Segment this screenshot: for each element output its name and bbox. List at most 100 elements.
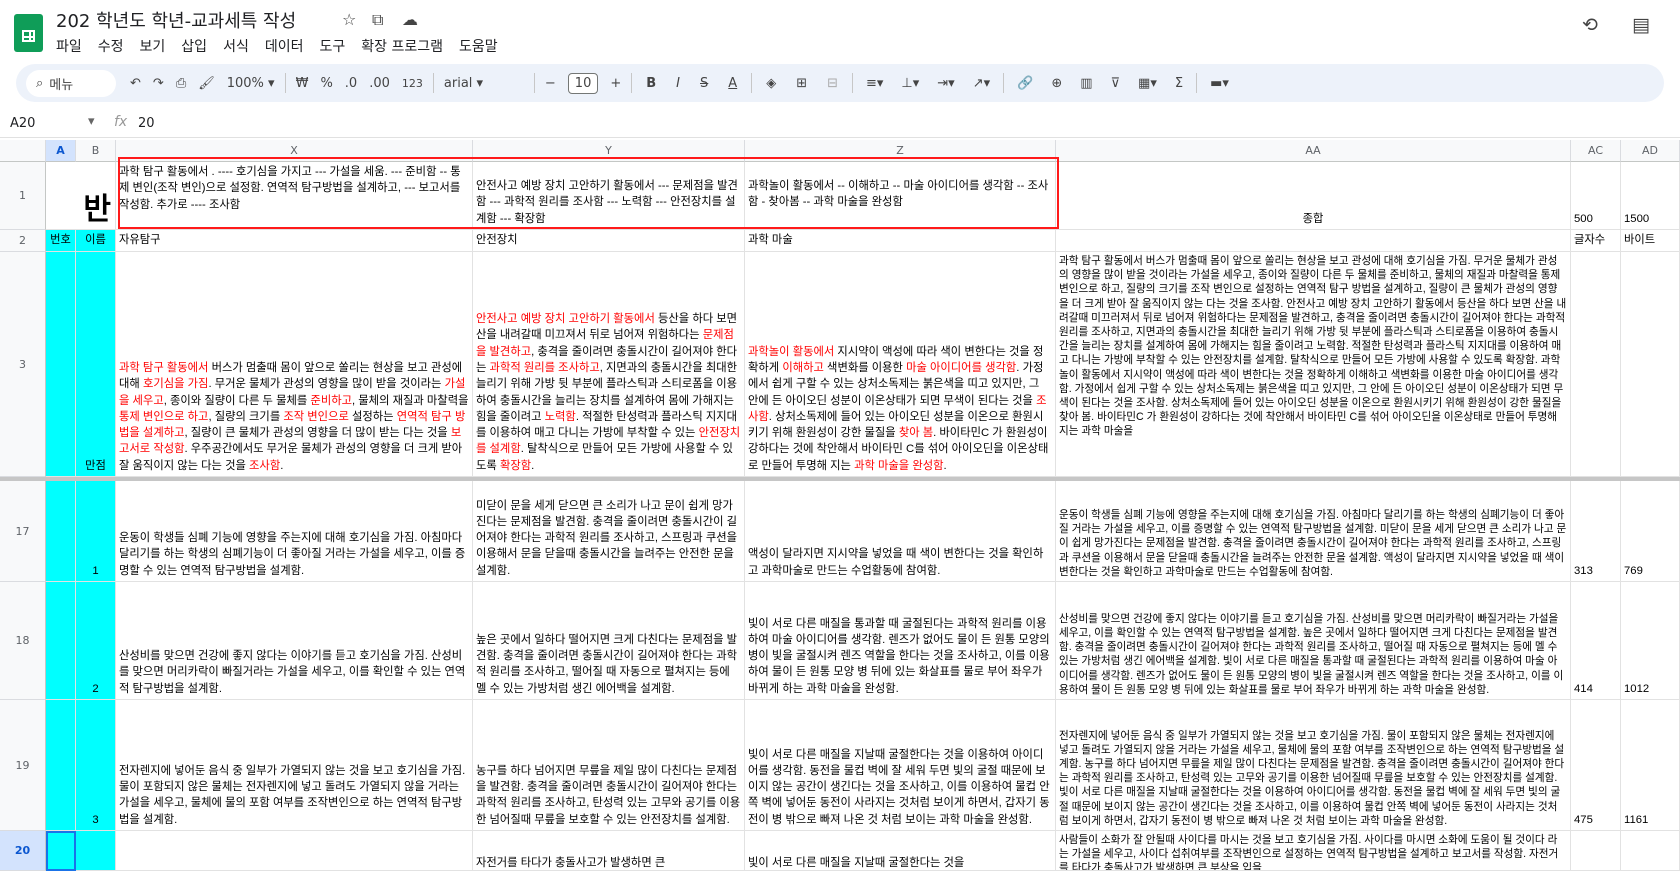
- text-rotation-icon[interactable]: ↗▾: [973, 76, 990, 91]
- cell-ac1[interactable]: 500: [1571, 162, 1621, 230]
- undo-icon[interactable]: ↶: [130, 76, 141, 91]
- cloud-status-icon[interactable]: ☁: [402, 10, 418, 29]
- text-wrapping-icon[interactable]: ⇥▾: [937, 76, 954, 91]
- row-header-1[interactable]: 1: [0, 162, 46, 230]
- cell-a19[interactable]: [46, 700, 76, 831]
- cell-ac3[interactable]: [1571, 252, 1621, 477]
- cell-ad19[interactable]: 1161: [1621, 700, 1680, 831]
- cell-a18[interactable]: [46, 582, 76, 700]
- filter-views-icon[interactable]: ▦▾: [1138, 76, 1157, 91]
- column-header-ad[interactable]: AD: [1621, 140, 1680, 162]
- cell-ac17[interactable]: 313: [1571, 481, 1621, 582]
- selected-cell-a20[interactable]: [46, 831, 76, 871]
- cell-x20[interactable]: [116, 831, 473, 871]
- version-history-icon[interactable]: ⟲: [1582, 14, 1598, 36]
- column-header-ac[interactable]: AC: [1571, 140, 1621, 162]
- row-header-18[interactable]: 18: [0, 582, 46, 700]
- menu-search-box[interactable]: ⌕ 메뉴: [26, 69, 116, 97]
- menu-view[interactable]: 보기: [140, 36, 166, 56]
- menu-file[interactable]: 파일: [56, 36, 82, 56]
- font-size-input[interactable]: 10: [567, 72, 599, 94]
- student-number[interactable]: 1: [76, 481, 116, 582]
- name-box[interactable]: A20: [10, 116, 35, 131]
- redo-icon[interactable]: ↷: [153, 76, 164, 91]
- merge-cells-icon[interactable]: ⊟: [827, 76, 838, 91]
- cell-b20[interactable]: [76, 831, 116, 871]
- row-header-20[interactable]: 20: [0, 831, 46, 871]
- font-family-select[interactable]: arial ▾: [444, 76, 524, 91]
- row-header-17[interactable]: 17: [0, 481, 46, 582]
- cell-z19[interactable]: 빛이 서로 다른 매질을 지날때 굴절한다는 것을 이용하여 아이디어를 생각함…: [745, 700, 1056, 831]
- cell-aa1[interactable]: 종합: [1056, 162, 1571, 230]
- cell-aa18[interactable]: 산성비를 맞으면 건강에 좋지 않다는 이야기를 듣고 호기심을 가짐. 산성비…: [1056, 582, 1571, 700]
- print-icon[interactable]: ⎙: [176, 76, 186, 91]
- menu-edit[interactable]: 수정: [98, 36, 124, 56]
- decrease-decimal-button[interactable]: .0: [345, 76, 357, 91]
- font-size-increase-icon[interactable]: +: [610, 76, 621, 91]
- student-number[interactable]: 3: [76, 700, 116, 831]
- header-name[interactable]: 이름: [76, 230, 116, 252]
- menu-insert[interactable]: 삽입: [181, 36, 207, 56]
- row-header-2[interactable]: 2: [0, 230, 46, 252]
- menu-tools[interactable]: 도구: [319, 36, 345, 56]
- cell-y18[interactable]: 높은 곳에서 일하다 떨어지면 크게 다친다는 문제점을 발견함. 충격을 줄이…: [473, 582, 745, 700]
- cell-z17[interactable]: 액성이 달라지면 지시약을 넣었을 때 색이 변한다는 것을 확인하고 과학마술…: [745, 481, 1056, 582]
- cell-x17[interactable]: 운동이 학생들 심폐 기능에 영향을 주는지에 대해 호기심을 가짐. 아침마다…: [116, 481, 473, 582]
- formula-input[interactable]: 20: [138, 116, 155, 131]
- cell-x19[interactable]: 전자렌지에 넣어둔 음식 중 일부가 가열되지 않는 것을 보고 호기심을 가짐…: [116, 700, 473, 831]
- move-folder-icon[interactable]: ⧉: [372, 10, 383, 30]
- header-safety-device[interactable]: 안전장치: [473, 230, 745, 252]
- cell-y20[interactable]: 자전거를 타다가 충돌사고가 발생하면 큰: [473, 831, 745, 871]
- cell-ac19[interactable]: 475: [1571, 700, 1621, 831]
- insert-link-icon[interactable]: 🔗: [1017, 76, 1033, 91]
- row-header-19[interactable]: 19: [0, 700, 46, 831]
- row-header-3[interactable]: 3: [0, 252, 46, 477]
- cell-aa3[interactable]: 과학 탐구 활동에서 버스가 멈출때 몸이 앞으로 쏠리는 현상을 보고 관성에…: [1056, 252, 1571, 477]
- select-all-corner[interactable]: [0, 140, 46, 162]
- text-color-button[interactable]: A: [728, 76, 737, 91]
- cell-x18[interactable]: 산성비를 맞으면 건강에 좋지 않다는 이야기를 듣고 호기심을 가짐. 산성비…: [116, 582, 473, 700]
- student-number[interactable]: 2: [76, 582, 116, 700]
- cell-ad20[interactable]: [1621, 831, 1680, 871]
- strikethrough-button[interactable]: S: [700, 76, 708, 91]
- header-byte-count[interactable]: 바이트: [1621, 230, 1680, 252]
- cell-a3[interactable]: [46, 252, 76, 477]
- fill-color-icon[interactable]: ◈: [766, 76, 776, 91]
- cell-aa20[interactable]: 사람들이 소화가 잘 안될때 사이다를 마시는 것을 보고 호기심을 가짐. 사…: [1056, 831, 1571, 871]
- insert-comment-icon[interactable]: ⊕: [1051, 76, 1062, 91]
- class-label[interactable]: 반: [46, 162, 116, 230]
- vertical-align-icon[interactable]: ⊥▾: [901, 76, 919, 91]
- cell-y17[interactable]: 미닫이 문을 세게 닫으면 큰 소리가 나고 문이 쉽게 망가진다는 문제점을 …: [473, 481, 745, 582]
- header-number[interactable]: 번호: [46, 230, 76, 252]
- cell-y3[interactable]: 안전사고 예방 장치 고안하기 활동에서 등산을 하다 보면 산을 내려갈때 미…: [473, 252, 745, 477]
- column-header-b[interactable]: B: [76, 140, 116, 162]
- menu-help[interactable]: 도움말: [459, 36, 498, 56]
- name-box-dropdown-icon[interactable]: ▾: [88, 114, 95, 129]
- cell-ad17[interactable]: 769: [1621, 481, 1680, 582]
- menu-extensions[interactable]: 확장 프로그램: [361, 36, 443, 56]
- cell-z18[interactable]: 빛이 서로 다른 매질을 통과할 때 굴절된다는 과학적 원리를 이용하여 마술…: [745, 582, 1056, 700]
- cell-y19[interactable]: 농구를 하다 넘어지면 무릎을 제일 많이 다친다는 문제점을 발견함. 충격을…: [473, 700, 745, 831]
- zoom-select[interactable]: 100% ▾: [227, 76, 275, 91]
- column-header-aa[interactable]: AA: [1056, 140, 1571, 162]
- cell-z3[interactable]: 과학놀이 활동에서 지시약이 액성에 따라 색이 변한다는 것을 정확하게 이해…: [745, 252, 1056, 477]
- increase-decimal-button[interactable]: .00: [369, 76, 390, 91]
- header-science-magic[interactable]: 과학 마술: [745, 230, 1056, 252]
- cell-z20[interactable]: 빛이 서로 다른 매질을 지날때 굴절한다는 것을: [745, 831, 1056, 871]
- cell-a17[interactable]: [46, 481, 76, 582]
- cell-ad1[interactable]: 1500: [1621, 162, 1680, 230]
- horizontal-align-icon[interactable]: ≡▾: [866, 76, 883, 91]
- cell-aa2[interactable]: [1056, 230, 1571, 252]
- header-free-inquiry[interactable]: 자유탐구: [116, 230, 473, 252]
- cell-max-score[interactable]: 만점: [76, 252, 116, 477]
- header-char-count[interactable]: 글자수: [1571, 230, 1621, 252]
- font-size-decrease-icon[interactable]: −: [545, 76, 556, 91]
- cell-ac18[interactable]: 414: [1571, 582, 1621, 700]
- menu-data[interactable]: 데이터: [265, 36, 304, 56]
- cell-ad18[interactable]: 1012: [1621, 582, 1680, 700]
- star-icon[interactable]: ☆: [342, 10, 356, 29]
- cell-x3[interactable]: 과학 탐구 활동에서 버스가 멈출때 몸이 앞으로 쏠리는 현상을 보고 관성에…: [116, 252, 473, 477]
- cell-ac20[interactable]: [1571, 831, 1621, 871]
- insert-chart-icon[interactable]: ▥: [1080, 76, 1092, 91]
- bold-button[interactable]: B: [646, 76, 656, 91]
